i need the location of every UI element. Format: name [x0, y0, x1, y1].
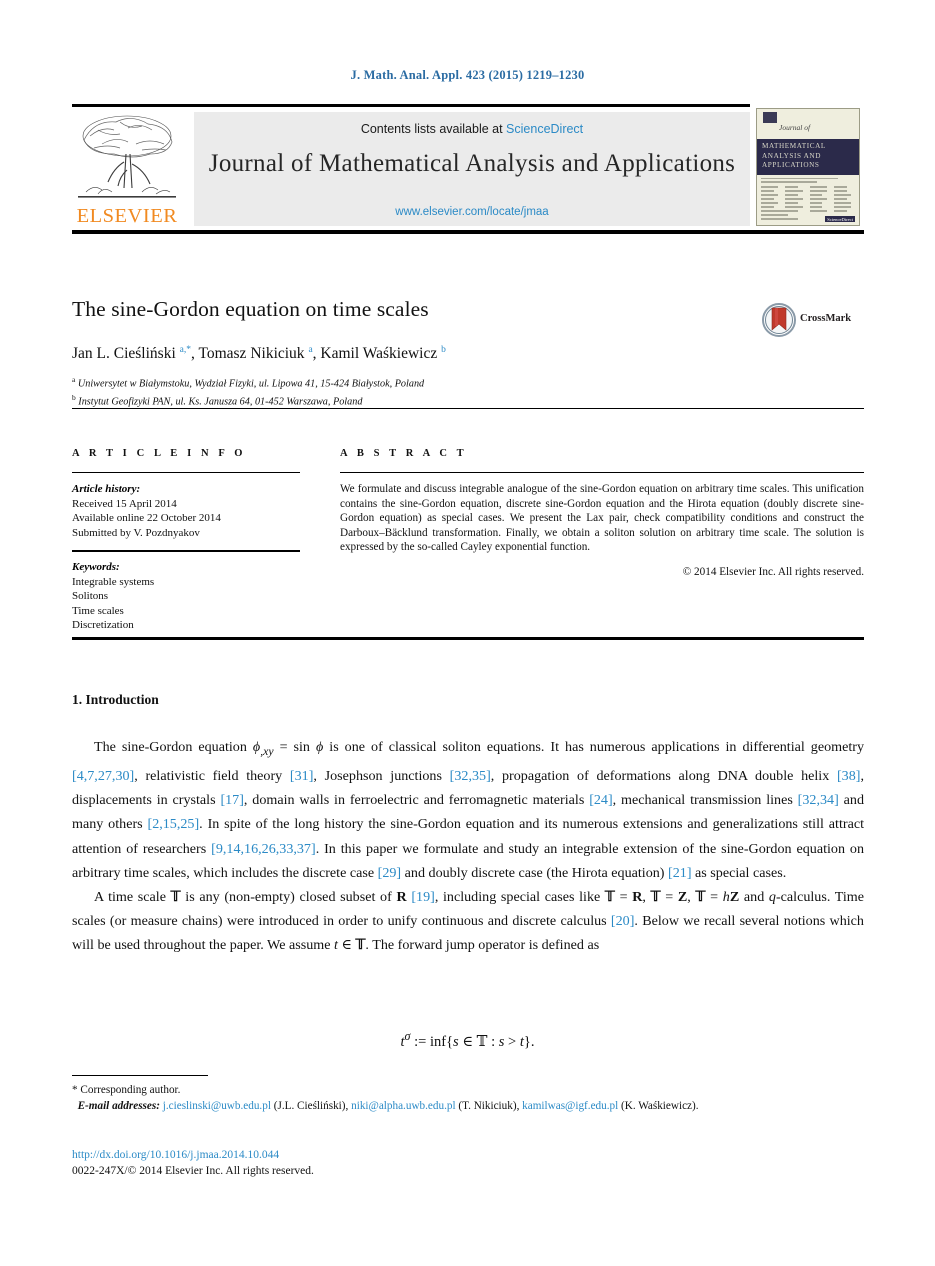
abstract-rule — [340, 472, 864, 473]
keyword-item: Time scales — [72, 604, 124, 617]
masthead-bottom-rule — [72, 230, 864, 234]
journal-url-link[interactable]: www.elsevier.com/locate/jmaa — [395, 206, 548, 218]
cover-title-line2: ANALYSIS AND — [762, 151, 821, 160]
masthead-band: Contents lists available at ScienceDirec… — [194, 112, 750, 226]
article-history-label: Article history: — [72, 483, 141, 495]
info-rule-1 — [72, 472, 300, 473]
crossmark-label: CrossMark — [800, 313, 852, 324]
doi-link[interactable]: http://dx.doi.org/10.1016/j.jmaa.2014.10… — [72, 1149, 279, 1161]
running-head: J. Math. Anal. Appl. 423 (2015) 1219–123… — [350, 68, 585, 82]
elsevier-wordmark: ELSEVIER — [76, 205, 178, 227]
email-values: j.cieslinski@uwb.edu.pl (J.L. Cieśliński… — [162, 1099, 699, 1112]
article-info-column: A R T I C L E I N F O Article history: R… — [72, 448, 300, 633]
page-title: The sine-Gordon equation on time scales — [72, 297, 429, 321]
paper-page: J. Math. Anal. Appl. 423 (2015) 1219–123… — [0, 0, 935, 1266]
keyword-item: Integrable systems — [72, 575, 155, 588]
crossmark-badge[interactable]: CrossMark — [762, 303, 866, 337]
journal-url-line: www.elsevier.com/locate/jmaa — [194, 206, 750, 218]
email-addresses-note: E-mail addresses: j.cieslinski@uwb.edu.p… — [72, 1099, 864, 1115]
authors-bottom-rule — [72, 408, 864, 409]
author-list: Jan L. Cieśliński a,*, Tomasz Nikiciuk a… — [72, 345, 446, 363]
abstract-text: We formulate and discuss integrable anal… — [340, 483, 864, 554]
keyword-item: Solitons — [72, 590, 109, 602]
journal-masthead: ELSEVIER Contents lists available at Sci… — [72, 104, 864, 234]
email-label: E-mail addresses: — [77, 1099, 160, 1112]
sciencedirect-link[interactable]: ScienceDirect — [506, 122, 583, 136]
footnote-rule — [72, 1075, 208, 1076]
issn-copyright: 0022-247X/© 2014 Elsevier Inc. All right… — [72, 1165, 314, 1177]
affiliation-b: b Instytut Geofizyki PAN, ul. Ks. Janusz… — [72, 392, 363, 408]
body-text: The sine-Gordon equation ϕ,xy = sin ϕ is… — [72, 735, 864, 958]
cover-title-band: MATHEMATICAL ANALYSIS AND APPLICATIONS — [757, 139, 859, 175]
elsevier-tree-icon — [78, 115, 176, 198]
affiliation-a: a Uniwersytet w Białymstoku, Wydział Fiz… — [72, 375, 425, 390]
cover-sciencedirect-badge: ScienceDirect — [825, 216, 855, 222]
cover-top: Journal of — [757, 109, 859, 139]
history-item: Received 15 April 2014 — [72, 497, 177, 510]
affiliations: a Uniwersytet w Białymstoku, Wydział Fiz… — [72, 373, 792, 409]
cover-title-line1: MATHEMATICAL — [762, 142, 826, 150]
paragraph: The sine-Gordon equation ϕ,xy = sin ϕ is… — [72, 739, 865, 881]
paragraph: A time scale 𝕋 is any (non-empty) closed… — [72, 889, 865, 954]
contents-line: Contents lists available at ScienceDirec… — [194, 122, 750, 136]
masthead-top-rule — [72, 104, 750, 107]
display-equation: tσ := inf{s ∈ 𝕋 : s > t}. — [400, 1029, 535, 1050]
section-heading-introduction: 1. Introduction — [72, 692, 159, 707]
history-item: Submitted by V. Pozdnyakov — [72, 526, 200, 539]
journal-title: Journal of Mathematical Analysis and App… — [208, 150, 736, 177]
info-rule-2 — [72, 550, 300, 552]
abstract-column: A B S T R A C T We formulate and discuss… — [340, 448, 864, 578]
cover-title-line3: APPLICATIONS — [762, 161, 820, 169]
journal-cover-thumbnail[interactable]: Journal of MATHEMATICAL ANALYSIS AND APP… — [756, 108, 860, 226]
corresponding-author-note: * Corresponding author. — [72, 1084, 181, 1096]
history-item: Available online 22 October 2014 — [72, 512, 221, 524]
abstract-bottom-rule — [72, 637, 864, 640]
crossmark-icon — [762, 303, 796, 337]
keywords-label: Keywords: — [72, 561, 120, 573]
elsevier-logo: ELSEVIER — [72, 110, 182, 230]
footnote-block: * Corresponding author. E-mail addresses… — [72, 1083, 864, 1114]
abstract-heading: A B S T R A C T — [340, 448, 468, 459]
cover-footer: ScienceDirect — [761, 210, 855, 222]
cover-journal-of: Journal of — [779, 123, 811, 132]
keyword-item: Discretization — [72, 619, 134, 631]
contents-prefix: Contents lists available at — [360, 122, 507, 136]
cover-elsevier-mark-icon — [763, 112, 777, 123]
abstract-copyright: © 2014 Elsevier Inc. All rights reserved… — [682, 565, 864, 578]
article-info-heading: A R T I C L E I N F O — [72, 448, 247, 459]
